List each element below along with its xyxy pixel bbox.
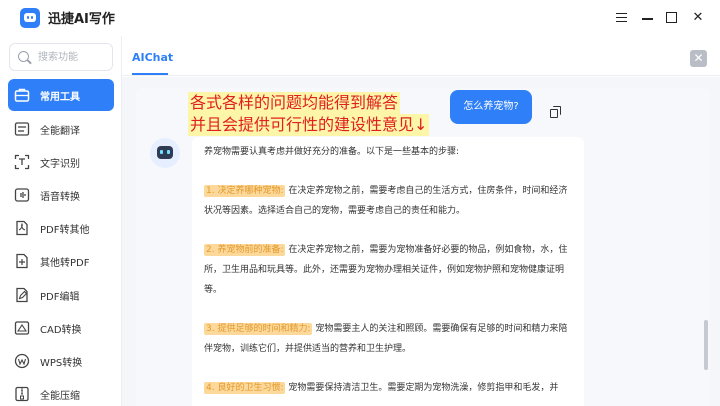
sidebar-item-label: 其他转PDF (40, 258, 90, 269)
sidebar-item-label: CAD转换 (40, 325, 82, 336)
chat-scrollbar[interactable] (704, 320, 708, 370)
sidebar-item-label: PDF编辑 (40, 292, 80, 303)
annotation-line-2: 并且会提供可行性的建设性意见↓ (188, 114, 430, 136)
ai-answer-bubble: 养宠物需要认真考虑并做好充分的准备。以下是一些基本的步骤: 1. 决定养哪种宠物… (192, 137, 584, 406)
close-chat-button[interactable]: ✕ (690, 50, 707, 67)
sidebar-item-label: 语音转换 (40, 192, 80, 203)
section-text: 宠物需要保持清洁卫生。需要定期为宠物洗澡，修剪指甲和毛发，并 (288, 383, 559, 393)
sidebar-item-pdf-edit[interactable]: PDF编辑 (8, 279, 114, 311)
section-heading: 4. 良好的卫生习惯: (204, 382, 286, 394)
minimize-button[interactable] (638, 8, 658, 28)
app-logo-icon (20, 8, 40, 28)
sidebar-item-label: WPS转换 (40, 358, 83, 369)
robot-icon (157, 146, 173, 159)
wps-icon (14, 353, 30, 369)
sidebar-item-wps[interactable]: WPS转换 (8, 345, 114, 377)
tab-underline (132, 73, 168, 75)
answer-section-2: 2. 养宠物前的准备: 在决定养宠物之前，需要为宠物准备好必要的物品，例如食物，… (204, 240, 576, 300)
sidebar-item-common-tools[interactable]: 常用工具 (8, 79, 114, 111)
bot-avatar (150, 138, 180, 168)
voice-icon (14, 187, 30, 203)
sidebar-item-label: PDF转其他 (40, 225, 90, 236)
sidebar-item-text-recognition[interactable]: 文字识别 (8, 146, 114, 178)
text-recognition-icon (14, 154, 30, 170)
section-heading: 2. 养宠物前的准备: (204, 244, 286, 256)
close-window-button[interactable]: ✕ (688, 8, 708, 28)
toolbox-icon (14, 87, 30, 103)
title-bar: 迅捷AI写作 ✕ (0, 0, 720, 36)
cad-icon (14, 320, 30, 336)
sidebar-item-label: 文字识别 (40, 159, 80, 170)
annotation-line-1: 各式各样的问题均能得到解答 (188, 92, 401, 114)
pdf-icon (14, 220, 30, 236)
compress-icon (14, 386, 30, 402)
search-input[interactable] (38, 49, 108, 66)
answer-section-3: 3. 提供足够的时间和精力: 宠物需要主人的关注和照顾。需要确保有足够的时间和精… (204, 319, 576, 359)
tab-bar: AIChat ✕ (122, 36, 720, 76)
user-message-bubble: 怎么养宠物? (450, 90, 532, 124)
sidebar-item-pdf-to-other[interactable]: PDF转其他 (8, 212, 114, 244)
sidebar: 常用工具 全能翻译 文字识别 语音转换 PDF转其他 其他转PDF (0, 36, 122, 406)
maximize-button[interactable] (662, 8, 682, 28)
search-box[interactable] (9, 43, 113, 71)
sidebar-item-cad[interactable]: CAD转换 (8, 312, 114, 344)
sidebar-item-label: 全能翻译 (40, 126, 80, 137)
sidebar-item-label: 常用工具 (40, 92, 80, 103)
section-heading: 3. 提供足够的时间和精力: (204, 323, 313, 335)
sidebar-item-translate[interactable]: 全能翻译 (8, 113, 114, 145)
answer-section-1: 1. 决定养哪种宠物: 在决定养宠物之前，需要考虑自己的生活方式，住房条件，时间… (204, 181, 576, 221)
answer-intro: 养宠物需要认真考虑并做好充分的准备。以下是一些基本的步骤: (204, 147, 460, 157)
app-title: 迅捷AI写作 (48, 12, 115, 27)
sidebar-item-voice[interactable]: 语音转换 (8, 179, 114, 211)
sidebar-item-label: 全能压缩 (40, 391, 80, 402)
sidebar-item-compress[interactable]: 全能压缩 (8, 378, 114, 406)
translate-icon (14, 121, 30, 137)
section-heading: 1. 决定养哪种宠物: (204, 185, 286, 197)
search-icon (18, 51, 29, 62)
to-pdf-icon (14, 253, 30, 269)
copy-icon[interactable] (550, 106, 562, 119)
sidebar-item-other-to-pdf[interactable]: 其他转PDF (8, 245, 114, 277)
pdf-edit-icon (14, 287, 30, 303)
menu-icon[interactable] (612, 8, 632, 28)
answer-section-4: 4. 良好的卫生习惯: 宠物需要保持清洁卫生。需要定期为宠物洗澡，修剪指甲和毛发… (204, 378, 576, 398)
tab-aichat[interactable]: AIChat (132, 51, 173, 64)
